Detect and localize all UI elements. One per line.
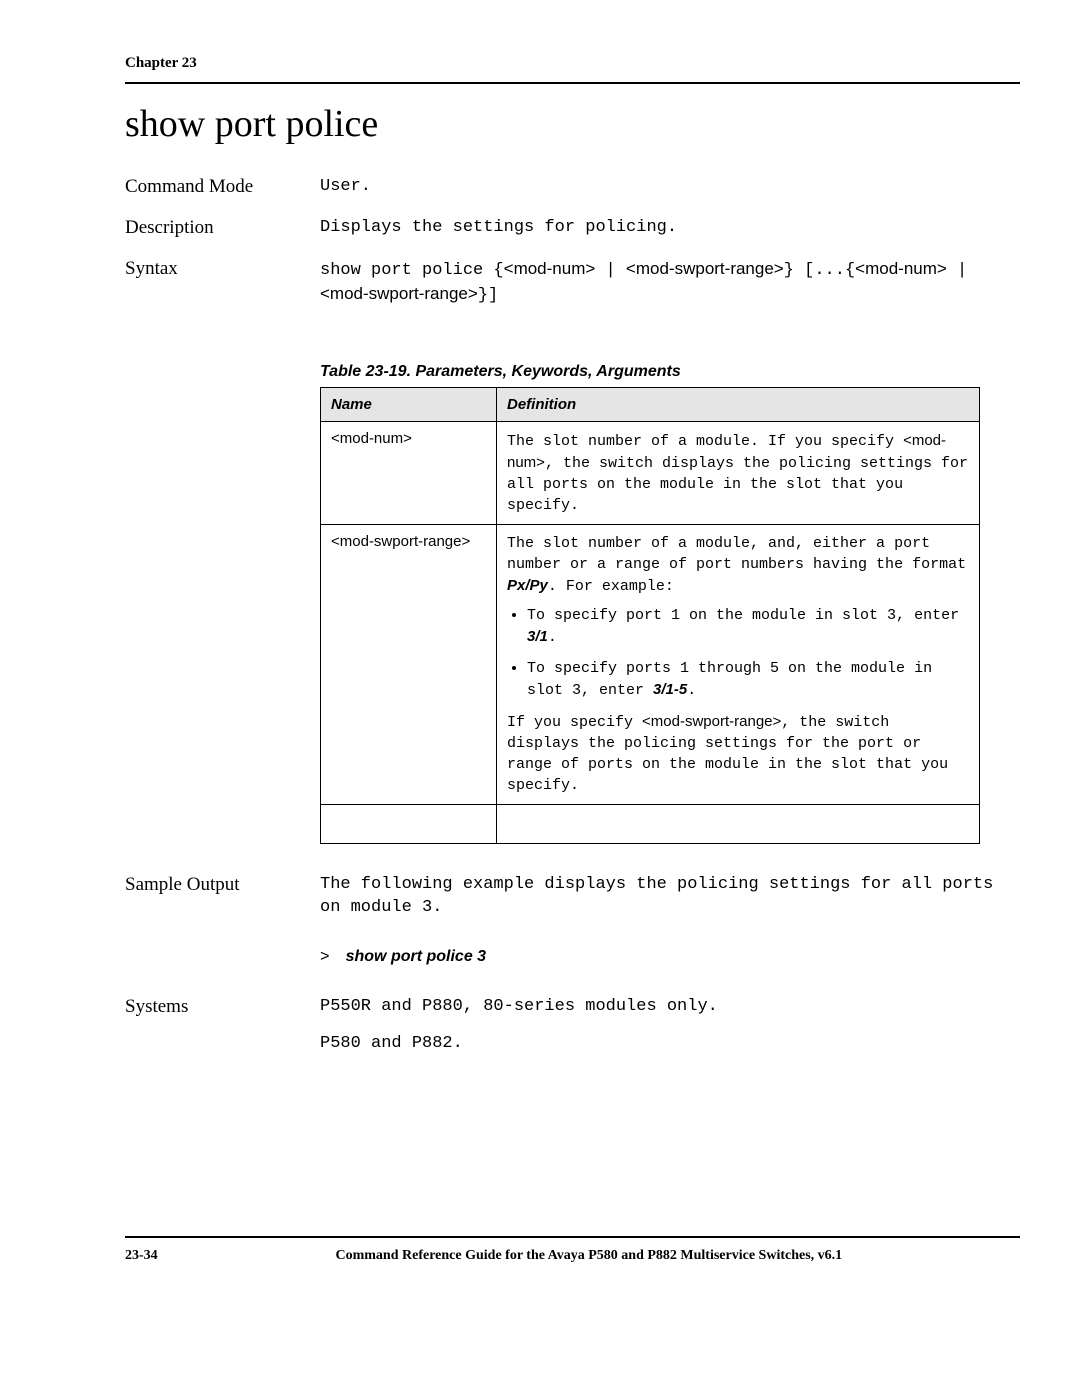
param-definition: The slot number of a module. If you spec…	[497, 421, 980, 524]
syntax-row: Syntax show port police {<mod-num> | <mo…	[125, 258, 1020, 308]
bullet-text: To specify port 1 on the module in slot …	[527, 607, 959, 624]
chapter-header: Chapter 23	[125, 55, 1020, 72]
table-row: <mod-swport-range> The slot number of a …	[321, 524, 980, 804]
bullet-text: .	[548, 629, 557, 646]
def-arg: <mod-swport-range>	[642, 713, 781, 730]
page-title: show port police	[125, 102, 1020, 146]
systems-label: Systems	[125, 996, 320, 1018]
page: Chapter 23 show port police Command Mode…	[0, 0, 1080, 1304]
bullet-text: .	[687, 682, 696, 699]
list-item: To specify port 1 on the module in slot …	[527, 605, 969, 648]
parameters-table: Name Definition <mod-num> The slot numbe…	[320, 387, 980, 844]
table-row: <mod-num> The slot number of a module. I…	[321, 421, 980, 524]
def-text: If you specify	[507, 714, 642, 731]
systems-row: Systems P550R and P880, 80-series module…	[125, 996, 1020, 1056]
sample-output-label: Sample Output	[125, 874, 320, 896]
def-text: The slot number of a module, and, either…	[507, 535, 966, 573]
syntax-label: Syntax	[125, 258, 320, 280]
command-mode-value: User.	[320, 176, 1020, 199]
param-name: <mod-num>	[321, 421, 497, 524]
page-footer: 23-34 Command Reference Guide for the Av…	[125, 1236, 1020, 1264]
blank-cell	[497, 804, 980, 843]
description-row: Description Displays the settings for po…	[125, 217, 1020, 240]
command-mode-label: Command Mode	[125, 176, 320, 198]
prompt: >	[320, 948, 330, 966]
col-definition-header: Definition	[497, 387, 980, 421]
systems-line: P550R and P880, 80-series modules only.	[320, 996, 1020, 1019]
sample-command: show port police 3	[346, 948, 486, 965]
header-rule	[125, 82, 1020, 84]
def-text: . For example:	[548, 578, 674, 595]
def-text: The slot number of a module. If you spec…	[507, 433, 903, 450]
table-header-row: Name Definition	[321, 387, 980, 421]
sample-command-block: > show port police 3	[320, 948, 1020, 966]
sample-output-value: The following example displays the polic…	[320, 874, 1020, 920]
systems-line: P580 and P882.	[320, 1033, 1020, 1056]
col-name-header: Name	[321, 387, 497, 421]
def-format: Px/Py	[507, 577, 548, 594]
syntax-value: show port police {<mod-num> | <mod-swpor…	[320, 258, 1020, 308]
list-item: To specify ports 1 through 5 on the modu…	[527, 658, 969, 701]
bullet-text: To specify ports 1 through 5 on the modu…	[527, 660, 932, 699]
sample-output-row: Sample Output The following example disp…	[125, 874, 1020, 920]
example-list: To specify port 1 on the module in slot …	[527, 605, 969, 701]
param-name: <mod-swport-range>	[321, 524, 497, 804]
bullet-value: 3/1	[527, 628, 548, 645]
doc-title: Command Reference Guide for the Avaya P5…	[158, 1248, 1020, 1264]
param-definition: The slot number of a module, and, either…	[497, 524, 980, 804]
table-row-blank	[321, 804, 980, 843]
command-mode-row: Command Mode User.	[125, 176, 1020, 199]
page-number: 23-34	[125, 1248, 158, 1264]
systems-value: P550R and P880, 80-series modules only. …	[320, 996, 1020, 1056]
description-value: Displays the settings for policing.	[320, 217, 1020, 240]
bullet-value: 3/1-5	[653, 681, 687, 698]
table-caption: Table 23-19. Parameters, Keywords, Argum…	[320, 363, 1020, 381]
blank-cell	[321, 804, 497, 843]
def-text: , the switch displays the policing setti…	[507, 455, 968, 514]
description-label: Description	[125, 217, 320, 239]
